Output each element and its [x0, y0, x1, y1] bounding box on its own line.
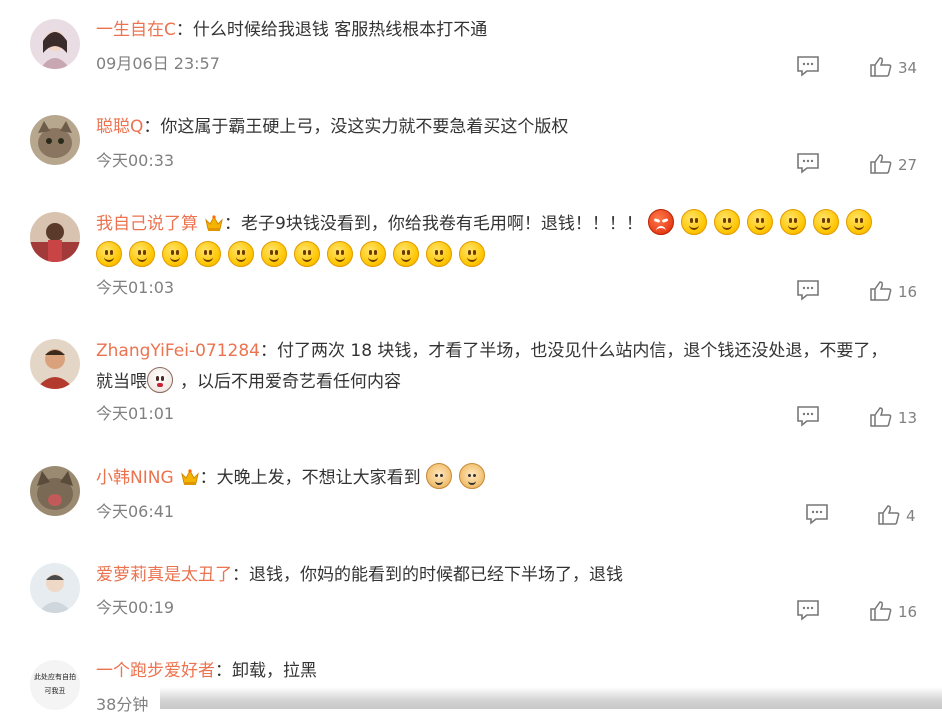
- like-button[interactable]: 13: [870, 406, 917, 430]
- smile-emoji-icon: [261, 241, 287, 267]
- avatar[interactable]: [30, 563, 80, 613]
- smile-emoji-icon: [195, 241, 221, 267]
- smile-emoji-icon: [294, 241, 320, 267]
- thumbs-up-icon: [878, 505, 900, 525]
- username-link[interactable]: 小韩NING: [96, 468, 174, 488]
- smile-emoji-icon: [813, 209, 840, 235]
- comment-time: 今天06:41: [96, 502, 175, 521]
- colon: ：: [215, 661, 232, 681]
- like-count: 16: [898, 283, 918, 301]
- avatar[interactable]: [30, 339, 80, 389]
- bottom-fade-overlay: [160, 687, 942, 709]
- like-button[interactable]: 4: [878, 504, 916, 528]
- like-count: 27: [898, 156, 918, 174]
- smile-emoji-icon: [360, 241, 386, 267]
- comment-text: 退钱，你妈的能看到的时候都已经下半场了，退钱: [249, 565, 623, 585]
- username-link[interactable]: 我自己说了算: [96, 214, 198, 234]
- comment-time: 今天01:01: [96, 404, 175, 423]
- thumbs-up-icon: [870, 281, 892, 301]
- comment-reply-icon[interactable]: [805, 503, 829, 525]
- comment-text: 大晚上发，不想让大家看到: [216, 468, 421, 488]
- avatar[interactable]: 此处应有自拍 可我丑: [30, 660, 80, 710]
- doge-emoji-icon: [459, 463, 486, 489]
- doge-emoji-icon: [426, 463, 453, 489]
- like-count: 16: [898, 603, 918, 621]
- colon: ：: [259, 341, 277, 361]
- avatar[interactable]: [30, 115, 80, 165]
- comment-reply-icon[interactable]: [796, 55, 820, 77]
- smile-emoji-icon: [846, 209, 873, 235]
- colon: ：: [224, 214, 241, 234]
- comment-text: 卸载，拉黑: [232, 661, 317, 681]
- smile-emoji-icon: [327, 241, 353, 267]
- avatar-caption: 此处应有自拍: [34, 673, 76, 681]
- vip-crown-icon: [180, 469, 199, 485]
- comment-text: 你这属于霸王硬上弓，没这实力就不要急着买这个版权: [160, 117, 569, 137]
- thumbs-up-icon: [870, 57, 892, 77]
- like-button[interactable]: 16: [870, 600, 917, 624]
- smile-emoji-icon: [426, 241, 452, 267]
- colon: ：: [143, 117, 161, 137]
- like-button[interactable]: 27: [870, 153, 917, 177]
- smile-emoji-icon: [96, 241, 122, 267]
- avatar[interactable]: [30, 19, 80, 69]
- colon: ：: [199, 468, 217, 488]
- like-button[interactable]: 16: [870, 280, 917, 304]
- comment-text-continued: ，以后不用爱奇艺看任何内容: [180, 372, 401, 392]
- username-link[interactable]: 爱萝莉真是太丑了: [96, 565, 232, 585]
- comment-reply-icon[interactable]: [796, 599, 820, 621]
- thumbs-up-icon: [870, 601, 892, 621]
- comment-time: 今天00:33: [96, 151, 175, 170]
- username-link[interactable]: 一生自在C: [96, 20, 176, 40]
- comment-reply-icon[interactable]: [796, 405, 820, 427]
- username-link[interactable]: 一个跑步爱好者: [96, 661, 215, 681]
- thumbs-up-icon: [870, 154, 892, 174]
- comment-text: 付了两次 18 块钱，才看了半场，也没见什么站内信，退个钱还没处退，不要了，: [276, 341, 888, 361]
- comment-text-continued: 就当喂: [96, 372, 147, 392]
- avatar-caption: 可我丑: [44, 687, 66, 695]
- smile-emoji-icon: [393, 241, 419, 267]
- smile-emoji-icon: [129, 241, 155, 267]
- thumbs-up-icon: [870, 407, 892, 427]
- like-button[interactable]: 34: [870, 56, 917, 80]
- avatar[interactable]: [30, 466, 80, 516]
- comment-reply-icon[interactable]: [796, 152, 820, 174]
- comment-time: 今天00:19: [96, 598, 175, 617]
- colon: ：: [232, 565, 249, 585]
- username-link[interactable]: ZhangYiFei-071284: [96, 341, 260, 361]
- smile-emoji-icon: [780, 209, 807, 235]
- comment-reply-icon[interactable]: [796, 279, 820, 301]
- angry-emoji-icon: [648, 209, 675, 235]
- username-link[interactable]: 聪聪Q: [96, 117, 143, 137]
- comment-time: 今天01:03: [96, 278, 175, 297]
- smile-emoji-icon: [228, 241, 254, 267]
- like-count: 4: [906, 507, 916, 525]
- smile-emoji-icon: [162, 241, 188, 267]
- vip-crown-icon: [205, 215, 223, 231]
- comment-time: 38分钟: [96, 695, 149, 714]
- comment-text: 老子9块钱没看到，你给我卷有毛用啊！退钱！！！！: [241, 214, 643, 234]
- comment-text: 什么时候给我退钱 客服热线根本打不通: [192, 20, 488, 40]
- smile-emoji-icon: [747, 209, 774, 235]
- smile-emoji-icon: [714, 209, 741, 235]
- colon: ：: [175, 20, 193, 40]
- avatar[interactable]: [30, 212, 80, 262]
- smile-emoji-icon: [459, 241, 485, 267]
- like-count: 34: [898, 59, 918, 77]
- comment-time: 09月06日 23:57: [96, 54, 220, 73]
- ghost-emoji-icon: [147, 367, 173, 393]
- smile-emoji-icon: [681, 209, 708, 235]
- like-count: 13: [898, 409, 918, 427]
